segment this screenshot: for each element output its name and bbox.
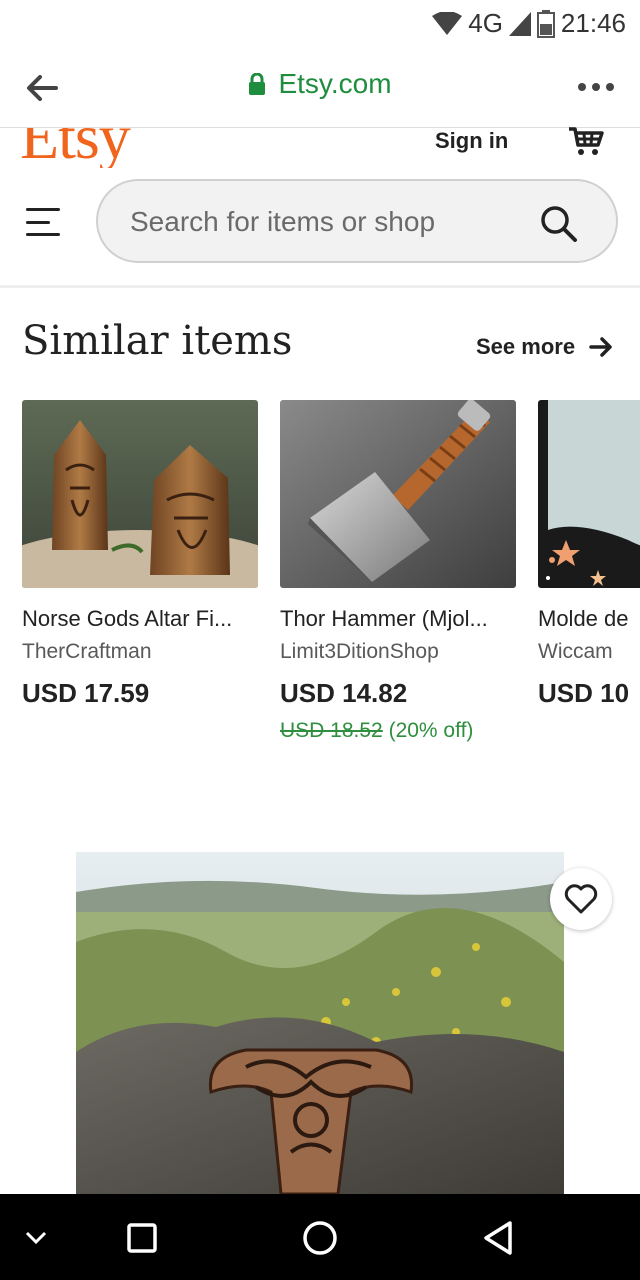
menu-icon-bar — [26, 208, 60, 211]
item-title: Thor Hammer (Mjol... — [280, 606, 488, 631]
status-bar: 4G 21:46 — [0, 0, 640, 48]
triangle-back-icon — [484, 1221, 512, 1255]
square-icon — [127, 1223, 157, 1253]
sign-in-link[interactable]: Sign in — [435, 128, 508, 154]
wifi-icon — [432, 11, 463, 35]
item-thumbnail[interactable] — [280, 400, 516, 588]
url-text: Etsy.com — [278, 68, 392, 99]
nav-collapse-button[interactable] — [14, 1216, 58, 1260]
browser-toolbar: Etsy.com — [0, 48, 640, 128]
etsy-logo[interactable]: Etsy — [20, 128, 131, 168]
item-title: Norse Gods Altar Fi... — [22, 606, 233, 631]
item-price: USD 14.82 — [280, 678, 408, 708]
more-dot — [592, 83, 600, 91]
more-dot — [606, 83, 614, 91]
item-shop: Wiccam — [538, 640, 613, 663]
system-navigation-bar — [0, 1194, 640, 1280]
clock: 21:46 — [560, 8, 626, 38]
circle-icon — [303, 1221, 337, 1255]
see-more-label: See more — [476, 334, 576, 359]
page: 4G 21:46 Etsy.com Etsy Sign in Search fo… — [0, 0, 640, 1280]
similar-item-card[interactable]: Molde de Wiccam USD 10 — [538, 400, 640, 709]
signal-icon — [508, 11, 531, 36]
item-price: USD 17.59 — [22, 678, 150, 708]
see-more-link[interactable]: See more — [476, 334, 613, 360]
similar-items-carousel: Norse Gods Altar Fi... TherCraftman USD … — [22, 400, 640, 760]
menu-icon-bar — [26, 233, 60, 236]
status-icons: 4G 21:46 — [432, 8, 626, 39]
item-image — [22, 400, 258, 588]
item-shop: Limit3DitionShop — [280, 640, 439, 663]
search-input[interactable] — [130, 201, 510, 243]
original-price: USD 18.52 — [280, 719, 383, 742]
search-bar — [96, 179, 618, 263]
listing-image[interactable] — [76, 852, 564, 1194]
menu-button[interactable] — [26, 208, 60, 236]
item-image — [280, 400, 516, 588]
network-type: 4G — [468, 8, 503, 38]
battery-icon — [536, 9, 555, 38]
nav-home-button[interactable] — [298, 1216, 342, 1260]
item-title: Molde de — [538, 606, 629, 631]
heart-icon — [564, 884, 598, 914]
logo-clip: Etsy — [0, 128, 200, 168]
arrow-right-icon — [589, 337, 612, 357]
item-thumbnail[interactable] — [538, 400, 640, 588]
lock-icon — [249, 73, 266, 95]
nav-recents-button[interactable] — [120, 1216, 164, 1260]
item-shop: TherCraftman — [22, 640, 152, 663]
nav-back-button[interactable] — [476, 1216, 520, 1260]
similar-item-card[interactable]: Thor Hammer (Mjol... Limit3DitionShop US… — [280, 400, 516, 743]
site-header: Etsy Sign in — [0, 126, 640, 288]
listing-photo — [76, 852, 564, 1194]
similar-item-card[interactable]: Norse Gods Altar Fi... TherCraftman USD … — [22, 400, 258, 709]
menu-icon-bar — [26, 220, 50, 224]
search-icon[interactable] — [540, 205, 578, 243]
item-image — [538, 400, 640, 588]
discount-label: (20% off) — [388, 719, 474, 742]
favorite-button[interactable] — [550, 868, 612, 930]
more-options-icon — [578, 83, 586, 91]
more-options-button[interactable] — [576, 72, 616, 102]
address-bar[interactable]: Etsy.com — [0, 68, 640, 100]
chevron-down-icon — [25, 1231, 47, 1245]
item-original-price: USD 18.52 (20% off) — [280, 719, 516, 743]
item-thumbnail[interactable] — [22, 400, 258, 588]
section-title: Similar items — [22, 318, 293, 364]
item-price: USD 10 — [538, 678, 630, 708]
cart-icon[interactable] — [568, 126, 604, 156]
